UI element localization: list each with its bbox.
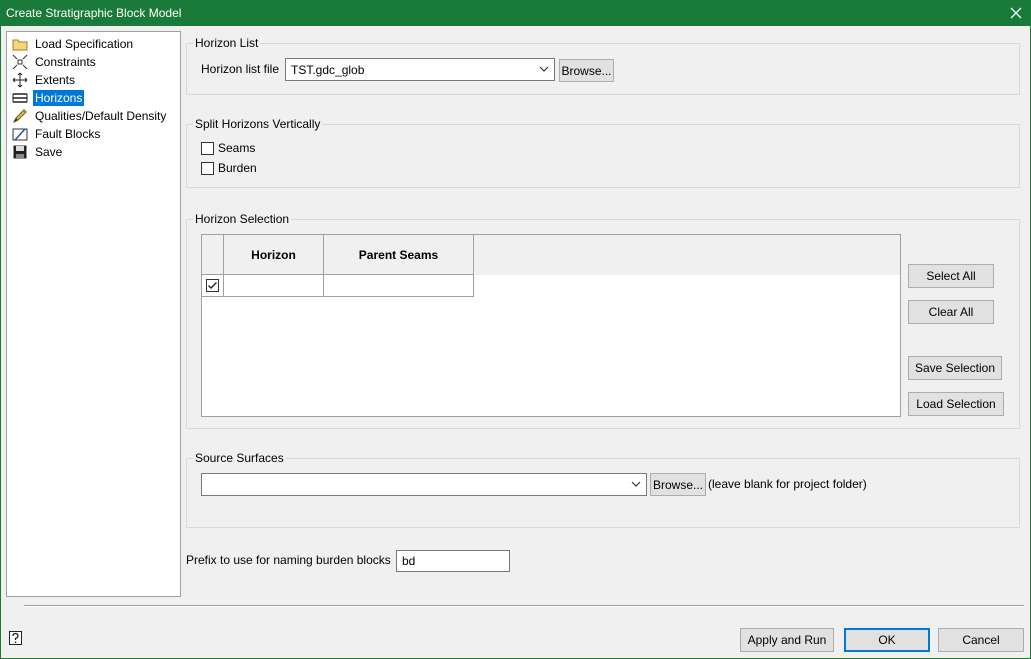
horizon-list-file-label: Horizon list file [201, 62, 280, 76]
help-icon[interactable] [9, 631, 23, 650]
source-surfaces-combo[interactable] [201, 473, 647, 496]
window-title: Create Stratigraphic Block Model [6, 6, 182, 20]
horizon-selection-title: Horizon Selection [193, 212, 292, 226]
prefix-input-value: bd [402, 554, 416, 568]
horizon-grid[interactable]: Horizon Parent Seams [201, 234, 901, 417]
tree-item-qualities[interactable]: Qualities/Default Density [11, 107, 168, 124]
footer-separator-highlight [24, 606, 1024, 607]
folder-icon [11, 36, 29, 52]
tree-item-label: Qualities/Default Density [35, 108, 167, 123]
tree-item-label: Fault Blocks [35, 126, 101, 141]
tree-item-constraints[interactable]: Constraints [11, 53, 98, 70]
navigation-tree: Load Specification Constraints Extents H… [6, 31, 181, 597]
tree-item-label: Load Specification [35, 36, 134, 51]
checkbox-box[interactable] [201, 141, 214, 155]
tree-item-label: Save [35, 144, 63, 159]
column-header-horizon[interactable]: Horizon [224, 235, 324, 275]
floppy-disk-icon [11, 144, 29, 160]
prefix-input[interactable]: bd [396, 550, 510, 572]
ok-button[interactable]: OK [844, 628, 930, 652]
cancel-button[interactable]: Cancel [938, 628, 1024, 652]
tree-item-label: Extents [35, 72, 76, 87]
checkbox-checked-icon[interactable] [206, 279, 219, 292]
select-all-button[interactable]: Select All [908, 264, 994, 288]
grid-corner-cell [202, 235, 224, 275]
tree-item-label: Constraints [35, 54, 96, 69]
horizon-list-file-combo[interactable]: TST.gdc_glob [285, 58, 555, 81]
close-icon[interactable] [1001, 0, 1031, 26]
row-checkbox-cell[interactable] [202, 275, 224, 297]
chevron-down-icon[interactable] [630, 478, 642, 490]
tree-item-fault-blocks[interactable]: Fault Blocks [11, 125, 102, 142]
save-selection-button[interactable]: Save Selection [908, 356, 1002, 380]
checkbox-box[interactable] [201, 161, 214, 175]
load-selection-button[interactable]: Load Selection [908, 392, 1004, 416]
source-surfaces-hint: (leave blank for project folder) [708, 477, 867, 491]
burden-label: Burden [218, 161, 257, 175]
horizon-list-title: Horizon List [193, 36, 261, 50]
source-surfaces-browse-button[interactable]: Browse... [650, 473, 706, 496]
tree-item-extents[interactable]: Extents [11, 71, 77, 88]
title-bar: Create Stratigraphic Block Model [0, 0, 1031, 26]
tree-item-label: Horizons [33, 89, 85, 106]
horizon-list-file-value: TST.gdc_glob [291, 62, 365, 77]
tree-item-horizons[interactable]: Horizons [11, 89, 85, 106]
fault-icon [11, 126, 29, 142]
move-arrows-icon [11, 72, 29, 88]
clear-all-button[interactable]: Clear All [908, 300, 994, 324]
layers-icon [11, 90, 29, 106]
source-surfaces-title: Source Surfaces [193, 451, 286, 465]
table-cell-parent-seams[interactable] [324, 275, 474, 297]
horizon-list-browse-button[interactable]: Browse... [559, 59, 614, 82]
chevron-down-icon[interactable] [538, 63, 550, 75]
seams-label: Seams [218, 141, 256, 155]
table-cell-horizon[interactable] [224, 275, 324, 297]
constraints-icon [11, 54, 29, 70]
split-horizons-title: Split Horizons Vertically [193, 117, 323, 131]
seams-checkbox[interactable]: Seams [201, 141, 255, 155]
tree-item-save[interactable]: Save [11, 143, 64, 160]
prefix-label: Prefix to use for naming burden blocks [186, 553, 391, 567]
column-header-parent-seams[interactable]: Parent Seams [324, 235, 474, 275]
tree-item-load-specification[interactable]: Load Specification [11, 35, 135, 52]
burden-checkbox[interactable]: Burden [201, 161, 257, 175]
apply-and-run-button[interactable]: Apply and Run [740, 628, 834, 652]
pencil-icon [11, 108, 29, 124]
split-horizons-group [186, 124, 1020, 188]
